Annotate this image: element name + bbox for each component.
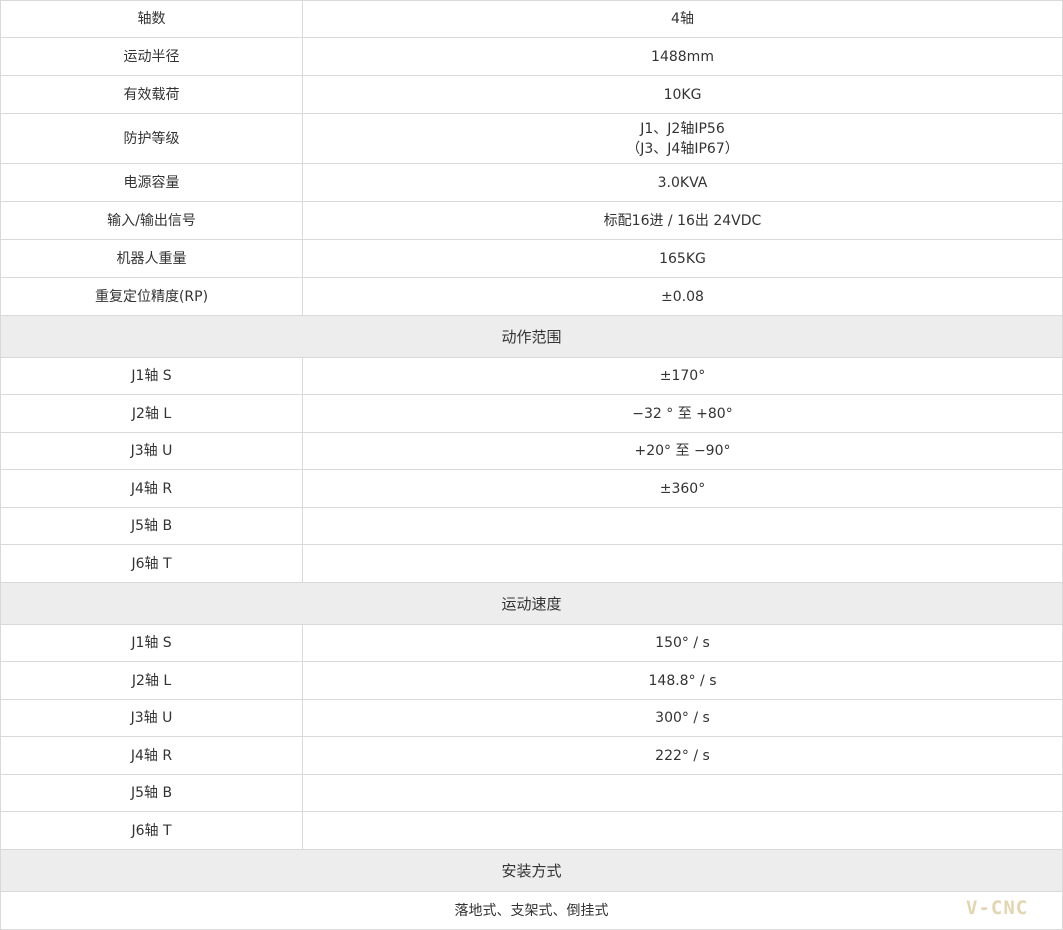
axis-value — [302, 812, 1062, 849]
section-header-motion-range: 动作范围 — [0, 316, 1063, 358]
section-title: 动作范围 — [501, 327, 562, 346]
spec-row-io: 输入/输出信号 标配16进 / 16出 24VDC — [0, 202, 1063, 240]
axis-label: J1轴 S — [131, 368, 172, 384]
spec-value: J1、J2轴IP56 （J3、J4轴IP67） — [302, 114, 1062, 163]
spec-value: 1488mm — [302, 38, 1062, 75]
spec-value: 165KG — [302, 240, 1062, 277]
speed-row-j2: J2轴 L 148.8° / s — [0, 662, 1063, 700]
axis-value: 148.8° / s — [302, 662, 1062, 699]
spec-row-payload: 有效载荷 10KG — [0, 76, 1063, 114]
section-title: 运动速度 — [501, 594, 562, 613]
spec-label: 输入/输出信号 — [107, 212, 196, 229]
speed-row-j4: J4轴 R 222° / s — [0, 737, 1063, 775]
spec-label: 防护等级 — [123, 130, 180, 147]
axis-value: 222° / s — [302, 737, 1062, 774]
spec-row-axes: 轴数 4轴 — [0, 0, 1063, 38]
axis-value — [302, 775, 1062, 811]
axis-value: +20° 至 −90° — [302, 433, 1062, 469]
axis-value: ±360° — [302, 470, 1062, 507]
spec-label: 有效载荷 — [123, 86, 180, 103]
section-header-motion-speed: 运动速度 — [0, 583, 1063, 625]
spec-label: 运动半径 — [123, 48, 180, 65]
range-row-j2: J2轴 L −32 ° 至 +80° — [0, 395, 1063, 433]
axis-value: 300° / s — [302, 700, 1062, 736]
axis-value: −32 ° 至 +80° — [302, 395, 1062, 432]
spec-row-radius: 运动半径 1488mm — [0, 38, 1063, 76]
axis-label: J4轴 R — [130, 747, 173, 764]
spec-label: 机器人重量 — [116, 250, 187, 267]
axis-label: J1轴 S — [131, 635, 172, 651]
mounting-value: 落地式、支架式、倒挂式 — [454, 902, 609, 919]
speed-row-j5: J5轴 B — [0, 775, 1063, 812]
range-row-j5: J5轴 B — [0, 508, 1063, 545]
axis-value — [302, 508, 1062, 544]
speed-row-j1: J1轴 S 150° / s — [0, 625, 1063, 662]
spec-label: 轴数 — [137, 11, 166, 27]
axis-value — [302, 545, 1062, 582]
axis-label: J5轴 B — [130, 785, 173, 801]
range-row-j1: J1轴 S ±170° — [0, 358, 1063, 395]
section-header-mounting: 安装方式 — [0, 850, 1063, 892]
axis-label: J5轴 B — [130, 518, 173, 534]
spec-label: 重复定位精度(RP) — [94, 288, 209, 305]
range-row-j6: J6轴 T — [0, 545, 1063, 583]
axis-label: J3轴 U — [130, 443, 173, 459]
spec-label: 电源容量 — [123, 174, 180, 191]
range-row-j3: J3轴 U +20° 至 −90° — [0, 433, 1063, 470]
speed-row-j3: J3轴 U 300° / s — [0, 700, 1063, 737]
speed-row-j6: J6轴 T — [0, 812, 1063, 850]
axis-label: J2轴 L — [131, 672, 172, 689]
range-row-j4: J4轴 R ±360° — [0, 470, 1063, 508]
spec-value: 3.0KVA — [302, 164, 1062, 201]
spec-row-power: 电源容量 3.0KVA — [0, 164, 1063, 202]
section-title: 安装方式 — [501, 861, 562, 880]
spec-row-weight: 机器人重量 165KG — [0, 240, 1063, 278]
watermark-logo: V-CNC — [966, 897, 1029, 919]
axis-label: J2轴 L — [131, 405, 172, 422]
spec-value: 10KG — [302, 76, 1062, 113]
axis-value: ±170° — [302, 358, 1062, 394]
spec-row-repeatability: 重复定位精度(RP) ±0.08 — [0, 278, 1063, 316]
axis-label: J4轴 R — [130, 480, 173, 497]
mounting-row: 落地式、支架式、倒挂式 — [0, 892, 1063, 930]
axis-label: J6轴 T — [131, 555, 172, 572]
spec-value: 标配16进 / 16出 24VDC — [302, 202, 1062, 239]
spec-value: ±0.08 — [302, 278, 1062, 315]
spec-value: 4轴 — [302, 1, 1062, 37]
spec-row-protection: 防护等级 J1、J2轴IP56 （J3、J4轴IP67） — [0, 114, 1063, 164]
axis-value: 150° / s — [302, 625, 1062, 661]
axis-label: J3轴 U — [130, 710, 173, 726]
spec-table: 轴数 4轴 运动半径 1488mm 有效载荷 10KG 防护等级 J1、J2轴I… — [0, 0, 1063, 930]
axis-label: J6轴 T — [131, 822, 172, 839]
